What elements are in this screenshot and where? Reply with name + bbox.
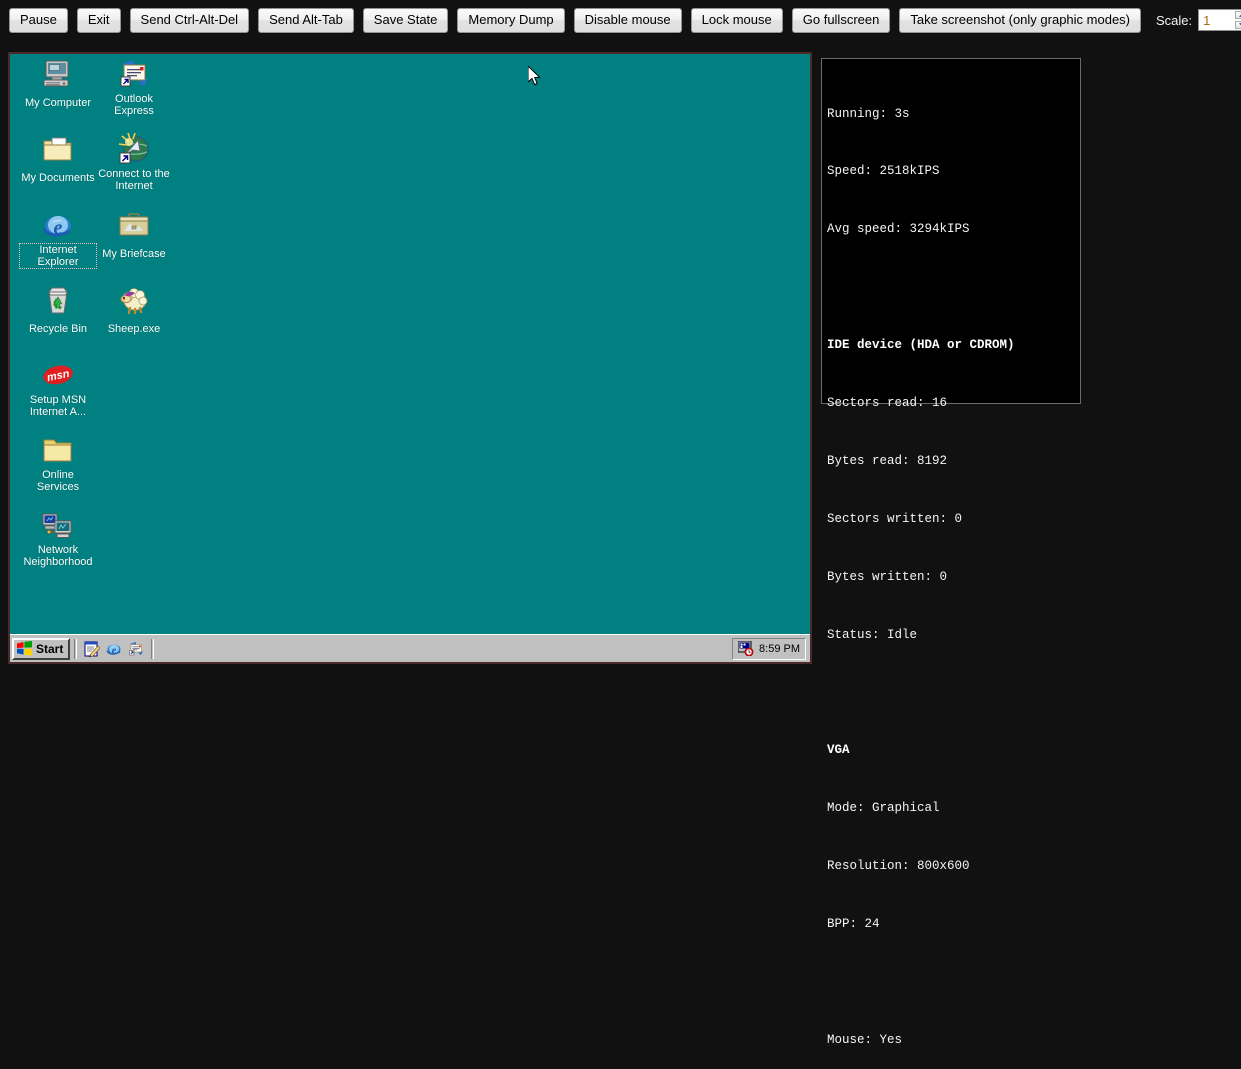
desktop-icon-label: Recycle Bin bbox=[28, 323, 88, 335]
desktop-icon-label: Online Services bbox=[20, 469, 96, 493]
sheep-icon bbox=[118, 284, 150, 316]
info-sectors-read: Sectors read: 16 bbox=[827, 394, 1080, 413]
desktop-icon-label: Outlook Express bbox=[96, 93, 172, 117]
info-avg-speed: Avg speed: 3294kIPS bbox=[827, 220, 1080, 239]
ie-e-icon: e bbox=[42, 209, 74, 241]
vm-screen[interactable]: My Computer Outlook Express My Documents bbox=[10, 54, 810, 662]
desktop-icon-label: Network Neighborhood bbox=[20, 544, 96, 568]
start-label: Start bbox=[36, 642, 63, 656]
info-sectors-written: Sectors written: 0 bbox=[827, 510, 1080, 529]
desktop-icon-internet-explorer[interactable]: e Internet Explorer bbox=[20, 209, 96, 270]
info-running: Running: 3s bbox=[827, 105, 1080, 124]
windows-desktop[interactable]: My Computer Outlook Express My Documents bbox=[10, 54, 810, 634]
info-speed: Speed: 2518kIPS bbox=[827, 162, 1080, 181]
vm-screen-frame: My Computer Outlook Express My Documents bbox=[8, 52, 812, 664]
desktop-icon-label: Connect to the Internet bbox=[96, 168, 172, 192]
svg-text:e: e bbox=[112, 645, 117, 656]
info-spacer-2 bbox=[827, 684, 1080, 703]
task-scheduler-clock-icon[interactable] bbox=[738, 641, 754, 656]
recycle-bin-icon bbox=[42, 284, 74, 316]
exit-button[interactable]: Exit bbox=[77, 8, 121, 33]
lock-mouse-button[interactable]: Lock mouse bbox=[691, 8, 783, 33]
taskbar: Start e bbox=[10, 634, 810, 662]
emulator-info-panel: Running: 3s Speed: 2518kIPS Avg speed: 3… bbox=[821, 58, 1081, 404]
send-alt-tab-button[interactable]: Send Alt-Tab bbox=[258, 8, 354, 33]
info-mouse: Mouse: Yes bbox=[827, 1031, 1080, 1050]
disable-mouse-button[interactable]: Disable mouse bbox=[574, 8, 682, 33]
info-vga-resolution: Resolution: 800x600 bbox=[827, 857, 1080, 876]
computer-icon bbox=[42, 58, 74, 90]
taskbar-clock[interactable]: 8:59 PM bbox=[759, 643, 800, 655]
desktop-icon-setup-msn[interactable]: msn Setup MSN Internet A... bbox=[20, 359, 96, 420]
scale-input-box[interactable] bbox=[1198, 9, 1241, 31]
desktop-icon-network-neighborhood[interactable]: Network Neighborhood bbox=[20, 509, 96, 570]
desktop-icon-my-briefcase[interactable]: My Briefcase bbox=[96, 209, 172, 262]
documents-folder-icon bbox=[42, 133, 74, 165]
info-ide-heading: IDE device (HDA or CDROM) bbox=[827, 336, 1080, 355]
desktop-icon-online-services[interactable]: Online Services bbox=[20, 434, 96, 495]
emulator-toolbar: Pause Exit Send Ctrl-Alt-Del Send Alt-Tab Sa… bbox=[0, 0, 1241, 40]
briefcase-icon bbox=[118, 209, 150, 241]
envelope-icon bbox=[118, 58, 150, 90]
scale-spinner[interactable] bbox=[1235, 11, 1241, 29]
pause-button[interactable]: Pause bbox=[9, 8, 68, 33]
info-vga-mode: Mode: Graphical bbox=[827, 799, 1080, 818]
desktop-icon-label: My Computer bbox=[24, 97, 92, 109]
msn-icon: msn bbox=[42, 359, 74, 391]
info-status: Status: Idle bbox=[827, 626, 1080, 645]
network-icon bbox=[42, 509, 74, 541]
desktop-icon-outlook-express[interactable]: Outlook Express bbox=[96, 58, 172, 119]
taskbar-divider-1 bbox=[74, 639, 77, 659]
quicklaunch-outlook-express[interactable] bbox=[128, 641, 144, 657]
send-ctrl-alt-del-button[interactable]: Send Ctrl-Alt-Del bbox=[130, 8, 250, 33]
desktop-icon-label: Sheep.exe bbox=[107, 323, 162, 335]
desktop-icon-label: Internet Explorer bbox=[20, 244, 96, 268]
info-bytes-written: Bytes written: 0 bbox=[827, 568, 1080, 587]
start-button[interactable]: Start bbox=[12, 638, 70, 660]
quicklaunch-internet-explorer[interactable]: e bbox=[106, 641, 122, 657]
quick-launch-bar: e bbox=[81, 641, 147, 657]
scale-label: Scale: bbox=[1156, 13, 1192, 28]
system-tray: 8:59 PM bbox=[732, 638, 806, 660]
desktop-icon-connect-to-internet[interactable]: Connect to the Internet bbox=[96, 133, 172, 194]
folder-icon bbox=[42, 434, 74, 466]
desktop-icon-label: My Briefcase bbox=[101, 248, 167, 260]
taskbar-divider-2 bbox=[151, 639, 154, 659]
windows-logo-icon bbox=[17, 641, 33, 656]
info-spacer-3 bbox=[827, 973, 1080, 992]
scale-spinner-up[interactable] bbox=[1235, 11, 1241, 19]
quicklaunch-notepad[interactable] bbox=[84, 641, 100, 657]
desktop-icon-recycle-bin[interactable]: Recycle Bin bbox=[20, 284, 96, 337]
scale-spinner-down[interactable] bbox=[1235, 21, 1241, 29]
desktop-icon-my-documents[interactable]: My Documents bbox=[20, 133, 96, 186]
info-vga-bpp: BPP: 24 bbox=[827, 915, 1080, 934]
take-screenshot-button[interactable]: Take screenshot (only graphic modes) bbox=[899, 8, 1141, 33]
desktop-icon-sheep-exe[interactable]: Sheep.exe bbox=[96, 284, 172, 337]
go-fullscreen-button[interactable]: Go fullscreen bbox=[792, 8, 891, 33]
info-bytes-read: Bytes read: 8192 bbox=[827, 452, 1080, 471]
scale-input[interactable] bbox=[1203, 13, 1237, 28]
memory-dump-button[interactable]: Memory Dump bbox=[457, 8, 564, 33]
desktop-icon-label: Setup MSN Internet A... bbox=[20, 394, 96, 418]
info-vga-heading: VGA bbox=[827, 741, 1080, 760]
globe-wizard-icon bbox=[118, 133, 150, 165]
scale-control: Scale: bbox=[1156, 9, 1241, 31]
info-spacer-1 bbox=[827, 278, 1080, 297]
desktop-icon-my-computer[interactable]: My Computer bbox=[20, 58, 96, 111]
save-state-button[interactable]: Save State bbox=[363, 8, 449, 33]
desktop-icon-label: My Documents bbox=[20, 172, 95, 184]
